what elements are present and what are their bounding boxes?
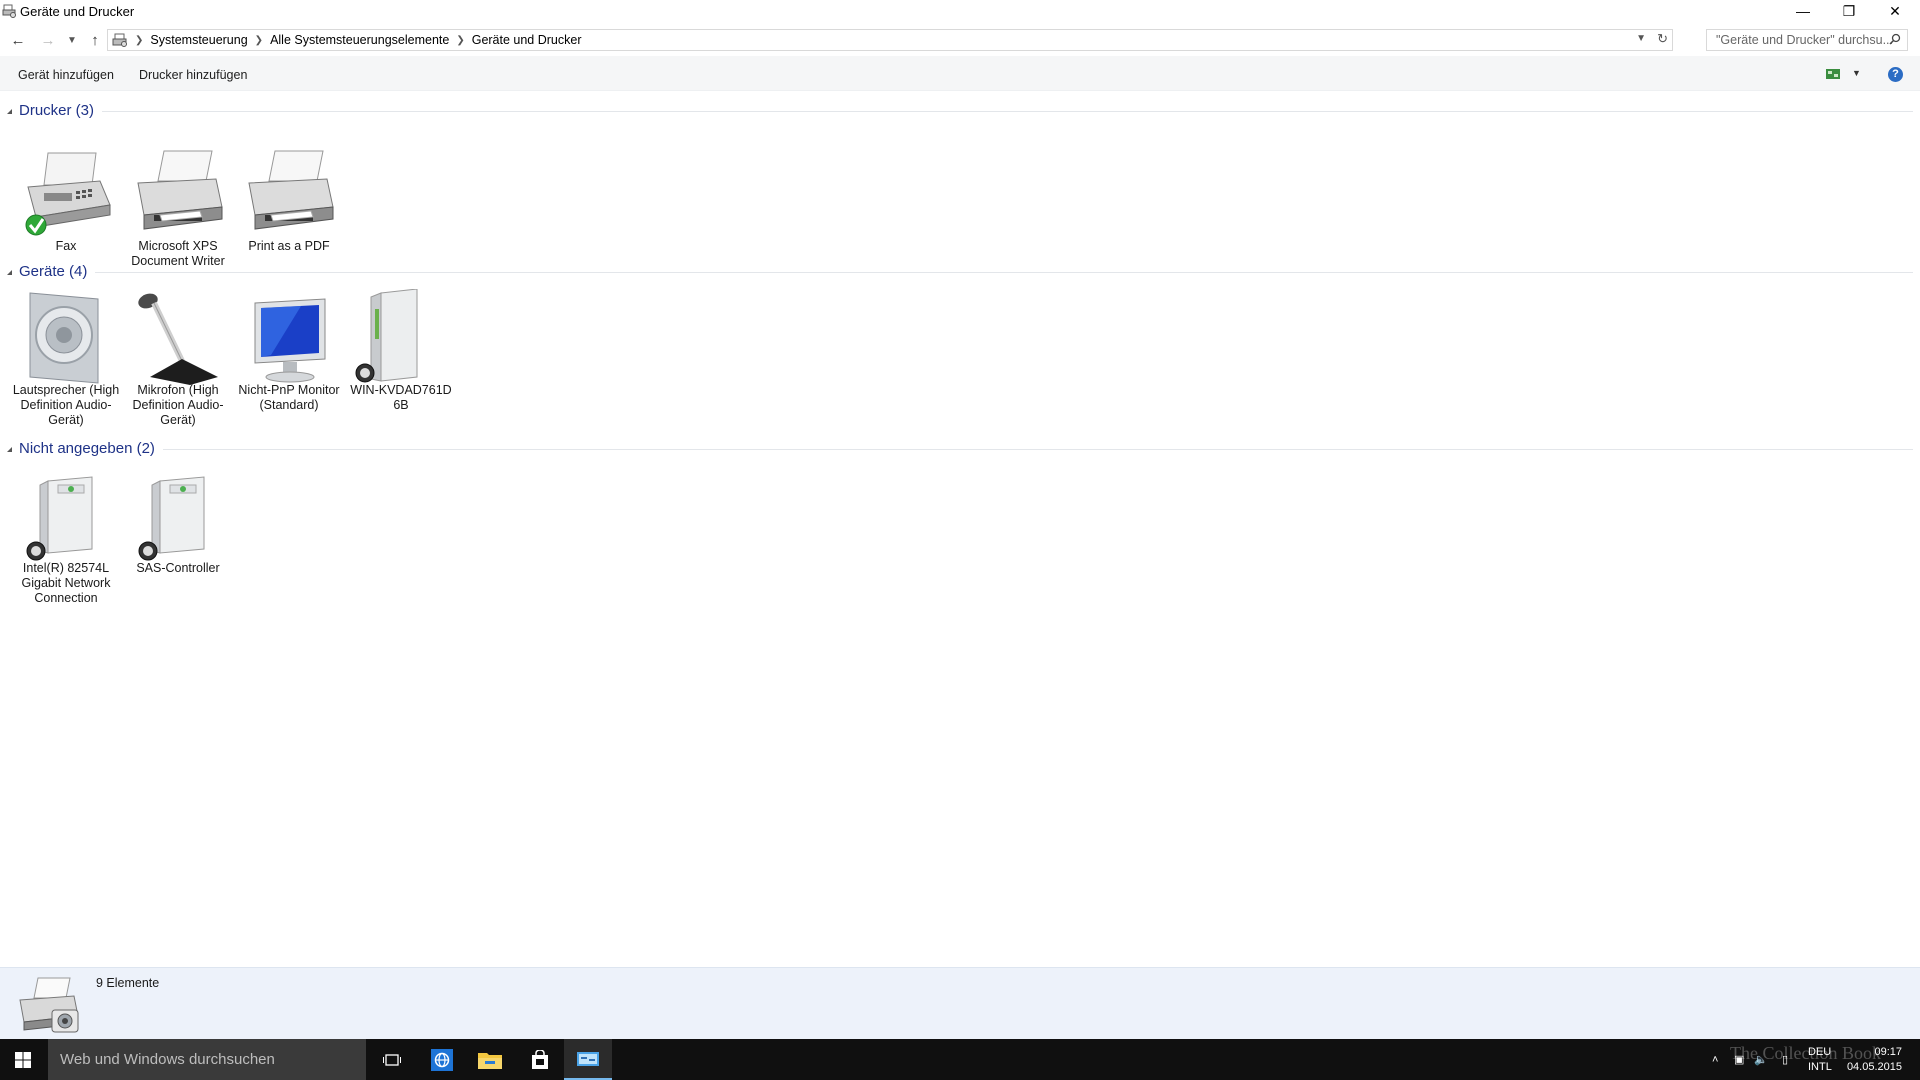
up-arrow-icon[interactable]: ↑ (85, 30, 105, 50)
task-view-button[interactable] (368, 1039, 416, 1080)
group-header-geraete[interactable]: Geräte (4) (7, 261, 1913, 281)
breadcrumb-separator-icon[interactable]: ❯ (456, 35, 464, 46)
devices-printers-icon (2, 4, 16, 18)
device-label: Nicht-PnP Monitor (Standard) (238, 383, 340, 412)
search-placeholder: "Geräte und Drucker" durchsu... (1716, 33, 1894, 47)
printer-icon (248, 150, 334, 230)
clock-date: 04.05.2015 (1846, 1061, 1902, 1073)
breadcrumb-separator-icon[interactable]: ❯ (135, 35, 143, 46)
taskbar: Web und Windows durchsuchen The Collecti… (0, 1039, 1920, 1080)
group-header-drucker[interactable]: Drucker (3) (7, 100, 1913, 120)
title-bar: Geräte und Drucker — ❐ ✕ (0, 0, 1920, 24)
taskbar-internet-explorer[interactable] (418, 1039, 466, 1080)
search-icon[interactable] (1889, 33, 1901, 45)
breadcrumb-geraete-drucker[interactable]: Geräte und Drucker (472, 33, 582, 47)
device-item-print-pdf[interactable]: Print as a PDF (234, 145, 344, 254)
device-label: Lautsprecher (High Definition Audio-Gerä… (12, 383, 120, 427)
navigation-bar: ← → ▼ ↑ ❯ Systemsteuerung ❯ Alle Systems… (0, 24, 1920, 56)
close-button[interactable]: ✕ (1872, 0, 1918, 22)
lang-bottom: INTL (1808, 1061, 1832, 1073)
printer-icon (137, 150, 223, 230)
device-item-fax[interactable]: Fax (11, 145, 121, 254)
clock[interactable]: 09:17 04.05.2015 (1842, 1045, 1902, 1075)
taskbar-store[interactable] (516, 1039, 564, 1080)
group-title: Geräte (4) (19, 262, 88, 280)
details-pane: 9 Elemente (0, 967, 1920, 1040)
address-bar[interactable]: ❯ Systemsteuerung ❯ Alle Systemsteuerung… (107, 29, 1673, 51)
devices-printers-icon (19, 977, 79, 1033)
device-label: Mikrofon (High Definition Audio-Gerät) (132, 383, 224, 427)
view-options-icon[interactable] (1826, 69, 1840, 79)
command-bar: Gerät hinzufügen Drucker hinzufügen ▼ ? (0, 56, 1920, 91)
input-language-indicator[interactable]: DEU INTL (1808, 1045, 1832, 1075)
search-input[interactable]: "Geräte und Drucker" durchsu... (1706, 29, 1908, 51)
device-box-icon (26, 476, 93, 561)
breadcrumb-alle-elemente[interactable]: Alle Systemsteuerungselemente (270, 33, 449, 47)
maximize-button[interactable]: ❐ (1826, 0, 1872, 22)
device-label: SAS-Controller (136, 561, 220, 575)
device-label: Intel(R) 82574L Gigabit Network Connecti… (21, 561, 111, 605)
group-title: Nicht angegeben (2) (19, 439, 155, 457)
start-button[interactable] (0, 1039, 46, 1080)
action-center-icon[interactable]: ▯ (1782, 1039, 1788, 1080)
browser-icon (431, 1048, 453, 1071)
device-label: WIN-KVDAD761D 6B (350, 383, 452, 412)
device-item-monitor[interactable]: Nicht-PnP Monitor (Standard) (234, 289, 344, 413)
device-label: Print as a PDF (248, 239, 330, 253)
forward-arrow-icon[interactable]: → (38, 30, 58, 50)
clock-time: 09:17 (1874, 1046, 1902, 1058)
collapse-triangle-icon[interactable] (7, 446, 12, 452)
device-item-xps-writer[interactable]: Microsoft XPS Document Writer (123, 145, 233, 269)
device-item-microphone[interactable]: Mikrofon (High Definition Audio-Gerät) (123, 289, 233, 428)
fax-icon (25, 152, 111, 236)
store-bag-icon (532, 1049, 548, 1069)
speaker-icon (29, 292, 99, 384)
windows-logo-icon (15, 1051, 31, 1068)
taskbar-control-panel[interactable] (564, 1039, 612, 1080)
device-label: Fax (55, 239, 77, 253)
minimize-button[interactable]: — (1780, 0, 1826, 22)
taskbar-search-input[interactable]: Web und Windows durchsuchen (48, 1039, 366, 1080)
breadcrumb-separator-icon[interactable]: ❯ (255, 35, 263, 46)
device-item-sas-controller[interactable]: SAS-Controller (123, 467, 233, 576)
refresh-icon[interactable]: ↻ (1657, 31, 1668, 47)
control-panel-icon (112, 33, 127, 47)
add-printer-button[interactable]: Drucker hinzufügen (139, 68, 247, 82)
collapse-triangle-icon[interactable] (7, 108, 12, 114)
back-arrow-icon[interactable]: ← (8, 30, 28, 50)
group-header-nicht-angegeben[interactable]: Nicht angegeben (2) (7, 438, 1913, 458)
lang-top: DEU (1808, 1046, 1832, 1058)
group-divider (162, 448, 1913, 450)
breadcrumb-systemsteuerung[interactable]: Systemsteuerung (150, 33, 247, 47)
window-title: Geräte und Drucker (20, 4, 135, 19)
network-icon[interactable]: ▣ (1734, 1039, 1744, 1080)
address-history-chevron-icon[interactable]: ▼ (1636, 33, 1646, 44)
monitor-icon (254, 298, 326, 383)
microphone-icon (138, 293, 218, 385)
collapse-triangle-icon[interactable] (7, 269, 12, 275)
device-box-icon (138, 476, 205, 561)
device-item-speaker[interactable]: Lautsprecher (High Definition Audio-Gerä… (11, 289, 121, 428)
item-count: 9 Elemente (96, 976, 160, 990)
volume-icon[interactable]: 🔈 (1754, 1039, 1768, 1080)
add-device-button[interactable]: Gerät hinzufügen (18, 68, 114, 82)
group-title: Drucker (3) (19, 101, 95, 119)
computer-tower-icon (355, 289, 418, 383)
device-item-computer[interactable]: WIN-KVDAD761D 6B (346, 289, 456, 413)
show-hidden-icons[interactable]: ˄ (1712, 1039, 1718, 1080)
group-divider (95, 271, 1913, 273)
control-panel-icon (577, 1051, 599, 1066)
task-view-icon (383, 1053, 401, 1066)
device-item-network-adapter[interactable]: Intel(R) 82574L Gigabit Network Connecti… (11, 467, 121, 606)
recent-locations-chevron-icon[interactable]: ▼ (62, 30, 82, 50)
view-options-chevron-icon[interactable]: ▼ (1852, 68, 1861, 78)
group-divider (102, 110, 1913, 112)
folder-icon (478, 1052, 502, 1069)
taskbar-file-explorer[interactable] (466, 1039, 514, 1080)
help-icon[interactable]: ? (1888, 67, 1903, 82)
